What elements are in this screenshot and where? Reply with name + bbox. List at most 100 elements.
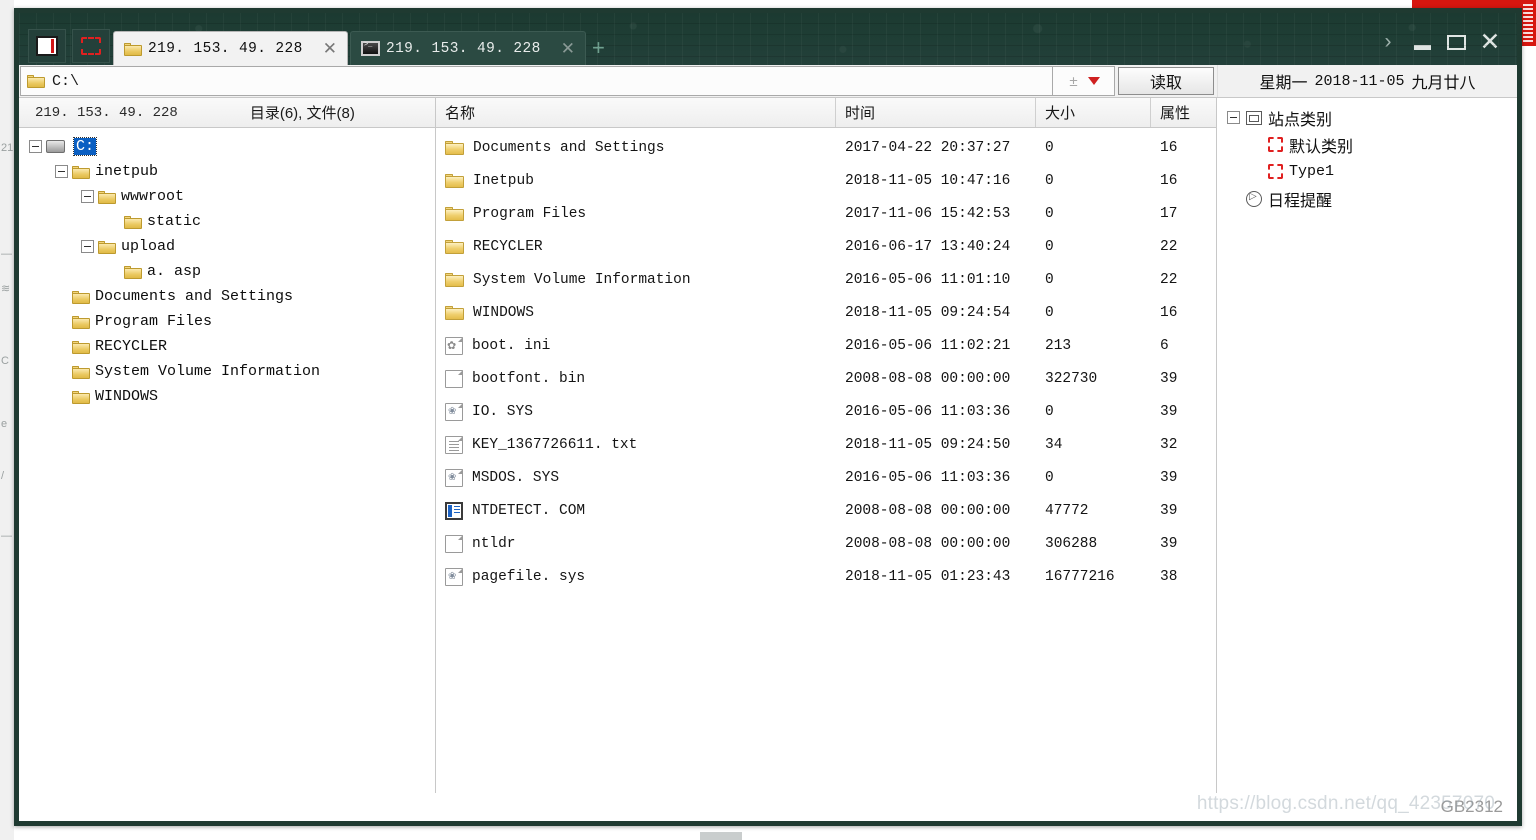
add-tab-button[interactable]: + [592, 37, 605, 59]
select-region-button[interactable] [72, 29, 110, 63]
date-weekday: 星期一 [1259, 75, 1308, 92]
file-name-label: MSDOS. SYS [472, 469, 560, 486]
tree-item[interactable]: a. asp [19, 259, 435, 284]
overflow-button[interactable]: › [1371, 27, 1405, 57]
tab-close-icon[interactable]: ✕ [323, 40, 337, 57]
file-row[interactable]: KEY_1367726611. txt 2018-11-05 09:24:50 34… [436, 428, 1216, 461]
tree-item[interactable]: RECYCLER [19, 334, 435, 359]
tree-collapse-icon[interactable] [55, 165, 68, 178]
tree-item-label: inetpub [95, 163, 159, 180]
site-tree-item[interactable]: 日程提醒 [1227, 185, 1517, 212]
path-input[interactable]: C:\ [20, 66, 1053, 96]
site-tree-item[interactable]: 站点类别 [1227, 104, 1517, 131]
minimize-icon [1413, 44, 1431, 50]
blank-file-icon [445, 534, 463, 553]
tree-collapse-icon[interactable] [29, 140, 42, 153]
page-icon [1246, 110, 1262, 125]
column-header-time[interactable]: 时间 [836, 98, 1036, 127]
file-name-cell: MSDOS. SYS [436, 468, 836, 487]
column-header-size[interactable]: 大小 [1036, 98, 1151, 127]
file-name-label: RECYCLER [473, 238, 543, 255]
tree-collapse-icon[interactable] [81, 240, 94, 253]
tree-item[interactable]: wwwroot [19, 184, 435, 209]
file-name-label: KEY_1367726611. txt [472, 436, 638, 453]
tree-collapse-icon[interactable] [1227, 111, 1240, 124]
window-body: 219. 153. 49. 228 目录(6), 文件(8) C: inetpub… [19, 98, 1517, 821]
folder-icon [445, 239, 464, 254]
tab-file-manager[interactable]: 219. 153. 49. 228 ✕ [113, 31, 348, 65]
tab-close-icon[interactable]: ✕ [561, 40, 575, 57]
tree-item[interactable]: inetpub [19, 159, 435, 184]
tree-item[interactable]: System Volume Information [19, 359, 435, 384]
file-time-cell: 2016-06-17 13:40:24 [845, 238, 1011, 255]
close-button[interactable]: ✕ [1473, 27, 1507, 57]
file-name-label: ntldr [472, 535, 516, 552]
file-time-cell: 2018-11-05 09:24:54 [845, 304, 1011, 321]
tree-item[interactable]: WINDOWS [19, 384, 435, 409]
tree-item-label: Program Files [95, 313, 213, 330]
chevron-down-icon[interactable] [1088, 77, 1100, 85]
minimize-button[interactable] [1405, 27, 1439, 57]
tree-collapse-icon[interactable] [81, 190, 94, 203]
file-row[interactable]: ntldr 2008-08-08 00:00:00 306288 39 [436, 527, 1216, 560]
file-row[interactable]: MSDOS. SYS 2016-05-06 11:03:36 0 39 [436, 461, 1216, 494]
file-row[interactable]: IO. SYS 2016-05-06 11:03:36 0 39 [436, 395, 1216, 428]
file-attr-cell: 22 [1160, 238, 1178, 255]
tree-item-label: WINDOWS [95, 388, 159, 405]
column-header-name[interactable]: 名称 [436, 98, 836, 127]
site-category-tree[interactable]: 站点类别默认类别 Type1 日程提醒 [1217, 98, 1517, 212]
file-name-label: System Volume Information [473, 271, 691, 288]
tree-item-label: Documents and Settings [95, 288, 294, 305]
maximize-button[interactable] [1439, 27, 1473, 57]
folder-icon [124, 265, 142, 279]
tree-item[interactable]: static [19, 209, 435, 234]
site-tree-item[interactable]: Type1 [1227, 158, 1517, 185]
tree-expander-spacer [107, 215, 120, 228]
read-button[interactable]: 读取 [1118, 67, 1214, 95]
file-size-cell: 213 [1045, 337, 1072, 354]
plus-minus-icon[interactable]: ± [1067, 74, 1080, 89]
file-row[interactable]: pagefile. sys 2018-11-05 01:23:43 16777216… [436, 560, 1216, 593]
tree-expander-spacer [107, 265, 120, 278]
tree-item[interactable]: C: [19, 134, 435, 159]
terminal-icon [360, 41, 380, 56]
file-time-cell: 2017-11-06 15:42:53 [845, 205, 1011, 222]
folder-icon [72, 315, 90, 329]
file-row[interactable]: Inetpub 2018-11-05 10:47:16 0 16 [436, 164, 1216, 197]
tab-terminal[interactable]: 219. 153. 49. 228 ✕ [349, 31, 586, 65]
file-name-cell: KEY_1367726611. txt [436, 435, 836, 454]
file-name-cell: pagefile. sys [436, 567, 836, 586]
file-name-cell: RECYCLER [436, 239, 836, 255]
file-attr-cell: 16 [1160, 139, 1178, 156]
tree-item[interactable]: Documents and Settings [19, 284, 435, 309]
maximize-icon [1446, 34, 1466, 50]
background-taskbar-item [700, 832, 742, 840]
file-row[interactable]: bootfont. bin 2008-08-08 00:00:00 322730 39 [436, 362, 1216, 395]
file-row[interactable]: boot. ini 2016-05-06 11:02:21 213 6 [436, 329, 1216, 362]
folder-icon [72, 290, 90, 304]
file-name-cell: System Volume Information [436, 272, 836, 288]
file-row[interactable]: WINDOWS 2018-11-05 09:24:54 0 16 [436, 296, 1216, 329]
site-tree-item-label: 日程提醒 [1268, 192, 1333, 210]
file-attr-cell: 16 [1160, 304, 1178, 321]
folder-icon [445, 206, 464, 221]
file-size-cell: 34 [1045, 436, 1063, 453]
file-list-rows[interactable]: Documents and Settings 2017-04-22 20:37:2… [436, 128, 1216, 821]
file-row[interactable]: System Volume Information 2016-05-06 11:0… [436, 263, 1216, 296]
tree-item[interactable]: upload [19, 234, 435, 259]
file-row[interactable]: Program Files 2017-11-06 15:42:53 0 17 [436, 197, 1216, 230]
file-row[interactable]: Documents and Settings 2017-04-22 20:37:2… [436, 131, 1216, 164]
file-row[interactable]: RECYCLER 2016-06-17 13:40:24 0 22 [436, 230, 1216, 263]
title-bar: 219. 153. 49. 228 ✕ 219. 153. 49. 228 ✕ … [19, 13, 1517, 65]
tree-item[interactable]: Program Files [19, 309, 435, 334]
folder-icon [27, 74, 45, 88]
window-square-button[interactable] [28, 29, 66, 63]
file-row[interactable]: NTDETECT. COM 2008-08-08 00:00:00 47772 39 [436, 494, 1216, 527]
file-size-cell: 0 [1045, 271, 1054, 288]
site-tree-item[interactable]: 默认类别 [1227, 131, 1517, 158]
folder-icon [72, 340, 90, 354]
directory-tree[interactable]: C: inetpub wwwroot static upload a. asp Docume… [19, 128, 435, 821]
file-size-cell: 0 [1045, 403, 1054, 420]
file-time-cell: 2008-08-08 00:00:00 [845, 370, 1011, 387]
folder-icon [98, 190, 116, 204]
